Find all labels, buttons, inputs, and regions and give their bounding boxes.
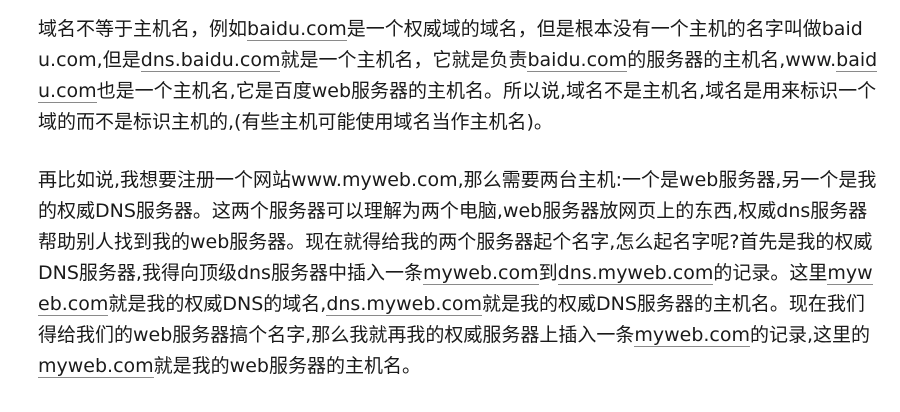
text-segment: 就是一个主机名，它就是负责	[280, 49, 528, 71]
text-segment: 的记录,这里的	[750, 324, 871, 346]
text-segment: 域名不等于主机名，例如	[38, 18, 248, 40]
text-segment: 就是我的web服务器的主机名。	[153, 355, 421, 377]
link-baidu-com[interactable]: baidu.com	[247, 18, 347, 41]
link-myweb-com[interactable]: myweb.com	[634, 324, 751, 347]
text-segment: 也是一个主机名,它是百度web服务器的主机名。所以说,域名不是主机名,域名是用来…	[38, 80, 877, 133]
article-body: 域名不等于主机名，例如baidu.com是一个权威域的域名，但是根本没有一个主机…	[0, 0, 900, 412]
link-myweb-com[interactable]: myweb.com	[38, 355, 154, 378]
link-dns-myweb-com[interactable]: dns.myweb.com	[326, 293, 483, 316]
paragraph-1: 域名不等于主机名，例如baidu.com是一个权威域的域名，但是根本没有一个主机…	[38, 14, 880, 138]
paragraph-2: 再比如说,我想要注册一个网站www.myweb.com,那么需要两台主机:一个是…	[38, 165, 880, 382]
text-segment: 就是我的权威DNS的域名,	[108, 293, 327, 315]
text-segment: 到	[538, 262, 558, 284]
link-baidu-com[interactable]: baidu.com	[527, 49, 628, 72]
link-dns-baidu-com[interactable]: dns.baidu.com	[140, 49, 281, 72]
text-segment: 的服务器的主机名,www.	[627, 49, 837, 71]
text-segment: 的记录。这里	[713, 262, 828, 284]
link-myweb-com[interactable]: myweb.com	[422, 262, 539, 285]
link-dns-myweb-com[interactable]: dns.myweb.com	[557, 262, 714, 285]
